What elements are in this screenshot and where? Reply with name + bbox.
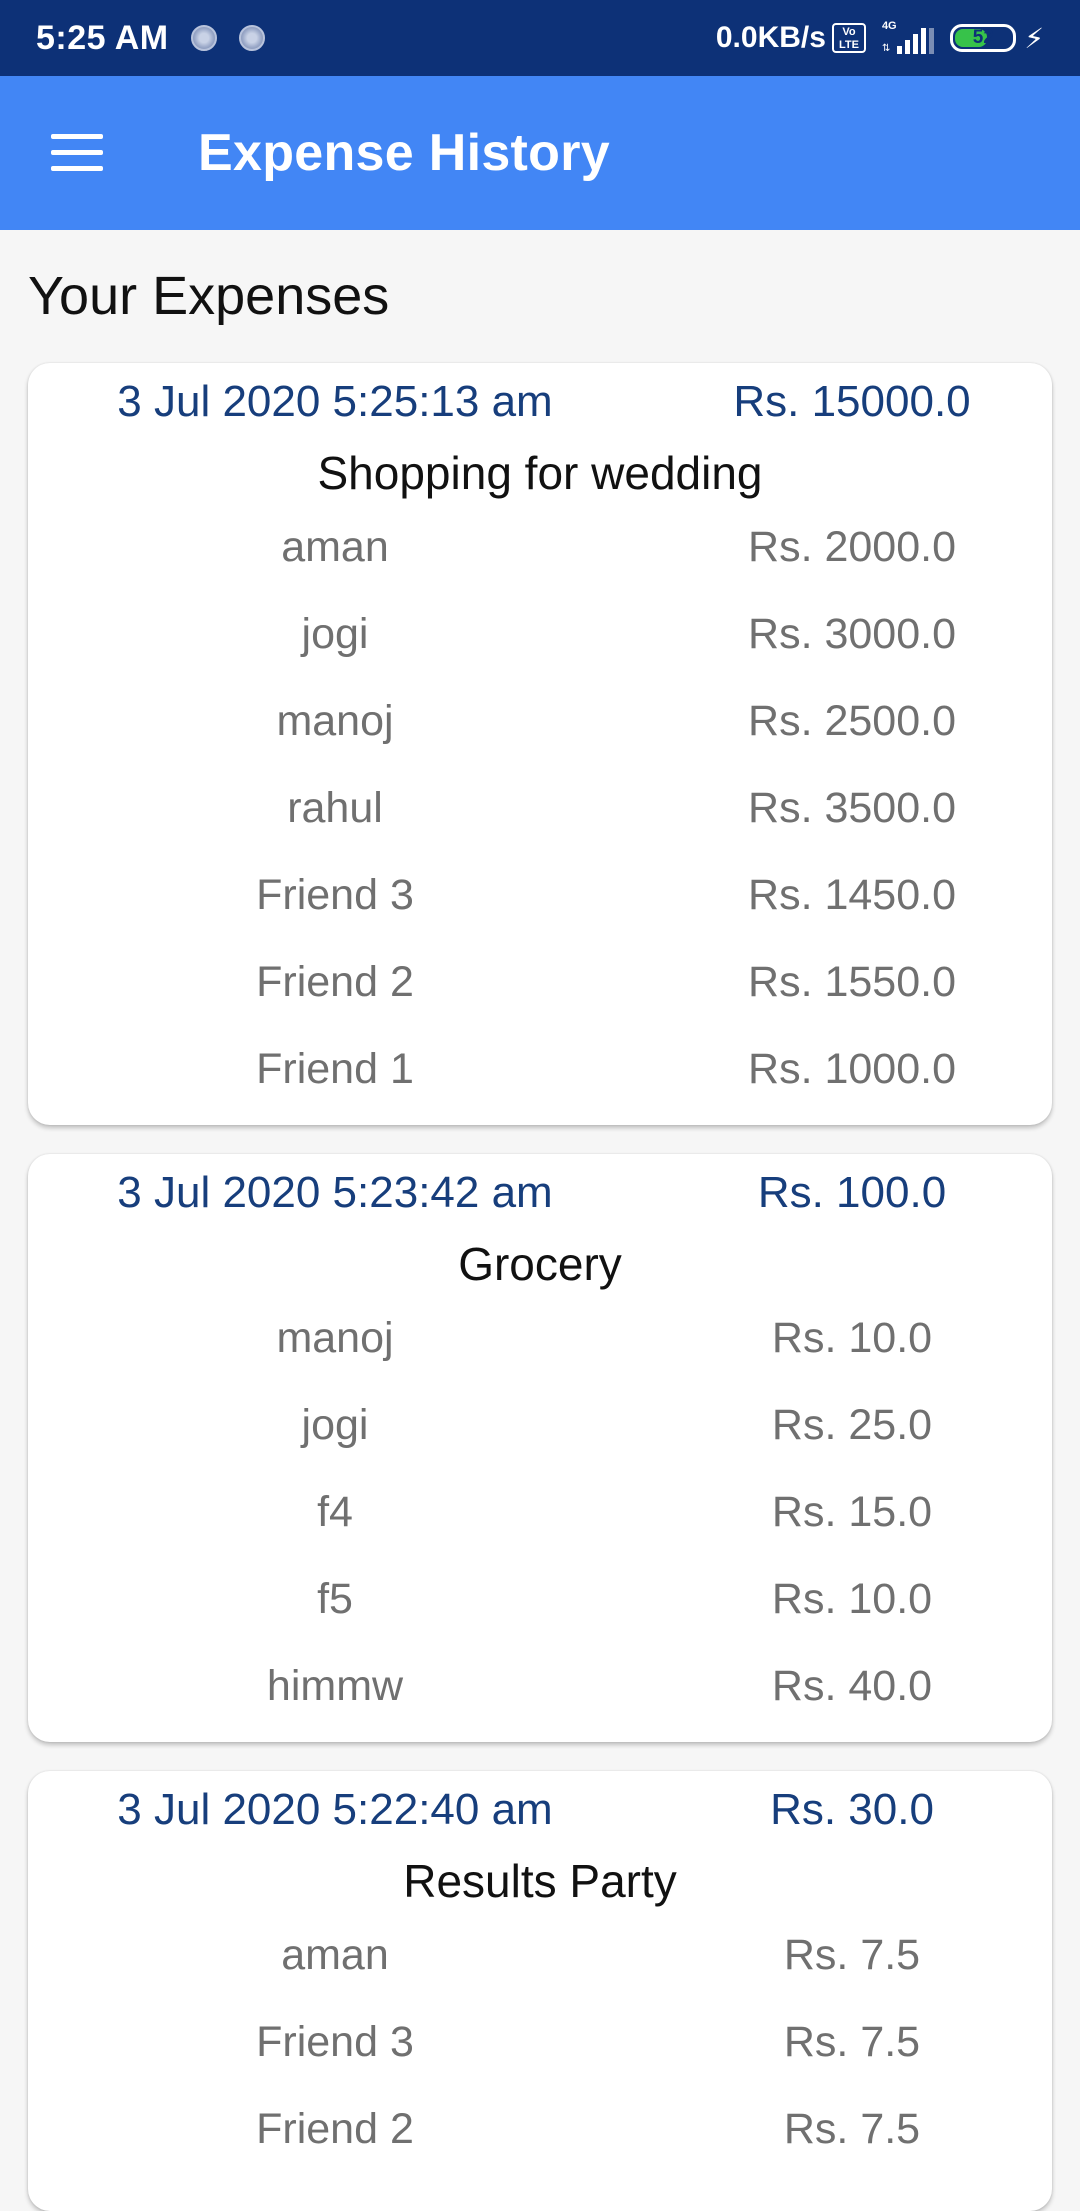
expense-description: Shopping for wedding xyxy=(317,447,763,499)
share-amount: Rs. 3000.0 xyxy=(748,610,956,658)
share-name: Friend 3 xyxy=(256,871,414,919)
share-row: Friend 1 Rs. 1000.0 xyxy=(28,1035,1052,1122)
share-name: himmw xyxy=(266,1662,404,1710)
volte-icon: Vo LTE xyxy=(831,23,866,53)
share-name: aman xyxy=(281,1931,389,1979)
share-row: f5 Rs. 10.0 xyxy=(28,1565,1052,1652)
battery-level: 52 xyxy=(972,27,994,48)
expense-date: 3 Jul 2020 5:22:40 am xyxy=(117,1785,553,1834)
share-row: himmw Rs. 40.0 xyxy=(28,1652,1052,1739)
share-name: rahul xyxy=(287,784,383,832)
status-bar: 5:25 AM 0.0KB/s Vo LTE 4G ⇅ 52 ⚡ xyxy=(0,0,1080,76)
share-row: rahul Rs. 3500.0 xyxy=(28,774,1052,861)
page-title: Expense History xyxy=(198,124,610,182)
share-amount: Rs. 2500.0 xyxy=(748,697,956,745)
share-amount: Rs. 15.0 xyxy=(771,1488,933,1536)
signal-icon: 4G ⇅ xyxy=(881,20,935,54)
share-row: f4 Rs. 15.0 xyxy=(28,1478,1052,1565)
charging-icon: ⚡ xyxy=(1024,22,1044,54)
share-row: jogi Rs. 3000.0 xyxy=(28,600,1052,687)
share-name: Friend 3 xyxy=(256,2018,414,2066)
expense-card[interactable]: 3 Jul 2020 5:22:40 am Rs. 30.0 Results P… xyxy=(28,1771,1052,2211)
share-amount: Rs. 1450.0 xyxy=(748,871,956,919)
share-row: manoj Rs. 2500.0 xyxy=(28,687,1052,774)
share-row: aman Rs. 2000.0 xyxy=(28,513,1052,600)
expense-date: 3 Jul 2020 5:25:13 am xyxy=(117,377,553,426)
share-name: aman xyxy=(281,523,389,571)
share-amount: Rs. 1550.0 xyxy=(748,958,956,1006)
share-amount: Rs. 1000.0 xyxy=(748,1045,956,1093)
share-amount: Rs. 7.5 xyxy=(783,2018,921,2066)
expense-description: Results Party xyxy=(403,1855,677,1907)
share-amount: Rs. 25.0 xyxy=(771,1401,933,1449)
share-amount: Rs. 7.5 xyxy=(783,1931,921,1979)
share-amount: Rs. 2000.0 xyxy=(748,523,956,571)
expense-card[interactable]: 3 Jul 2020 5:25:13 am Rs. 15000.0 Shoppi… xyxy=(28,363,1052,1125)
expense-card[interactable]: 3 Jul 2020 5:23:42 am Rs. 100.0 Grocery … xyxy=(28,1154,1052,1742)
app-bar: Expense History xyxy=(0,76,1080,230)
expense-total: Rs. 100.0 xyxy=(757,1168,947,1217)
share-amount: Rs. 10.0 xyxy=(771,1575,933,1623)
share-amount: Rs. 10.0 xyxy=(771,1314,933,1362)
network-type: 4G xyxy=(881,20,897,32)
share-name: Friend 2 xyxy=(256,2105,414,2153)
expense-description: Grocery xyxy=(458,1238,622,1290)
share-name: Friend 1 xyxy=(256,1045,414,1093)
share-row: manoj Rs. 10.0 xyxy=(28,1304,1052,1391)
expense-date: 3 Jul 2020 5:23:42 am xyxy=(117,1168,553,1217)
expense-total: Rs. 15000.0 xyxy=(733,377,971,426)
share-name: f5 xyxy=(317,1575,353,1623)
section-title: Your Expenses xyxy=(28,266,390,326)
status-time: 5:25 AM xyxy=(36,18,169,57)
share-row: jogi Rs. 25.0 xyxy=(28,1391,1052,1478)
share-row: Friend 3 Rs. 7.5 xyxy=(28,2008,1052,2095)
share-amount: Rs. 7.5 xyxy=(783,2105,921,2153)
notification-icon xyxy=(238,25,265,51)
share-row: aman Rs. 7.5 xyxy=(28,1921,1052,2008)
network-speed: 0.0KB/s xyxy=(715,21,826,54)
share-amount: Rs. 40.0 xyxy=(771,1662,933,1710)
share-amount: Rs. 3500.0 xyxy=(748,784,956,832)
share-name: jogi xyxy=(301,610,369,658)
share-name: manoj xyxy=(276,1314,394,1362)
share-name: Friend 2 xyxy=(256,958,414,1006)
share-name: f4 xyxy=(317,1488,353,1536)
expense-total: Rs. 30.0 xyxy=(770,1785,934,1834)
menu-icon[interactable] xyxy=(51,134,103,172)
battery-icon: 52 xyxy=(950,24,1017,52)
share-name: jogi xyxy=(301,1401,369,1449)
share-row: Friend 3 Rs. 1450.0 xyxy=(28,861,1052,948)
notification-icon xyxy=(190,25,217,51)
share-name: manoj xyxy=(276,697,394,745)
share-row: Friend 2 Rs. 7.5 xyxy=(28,2095,1052,2182)
share-row: Friend 2 Rs. 1550.0 xyxy=(28,948,1052,1035)
